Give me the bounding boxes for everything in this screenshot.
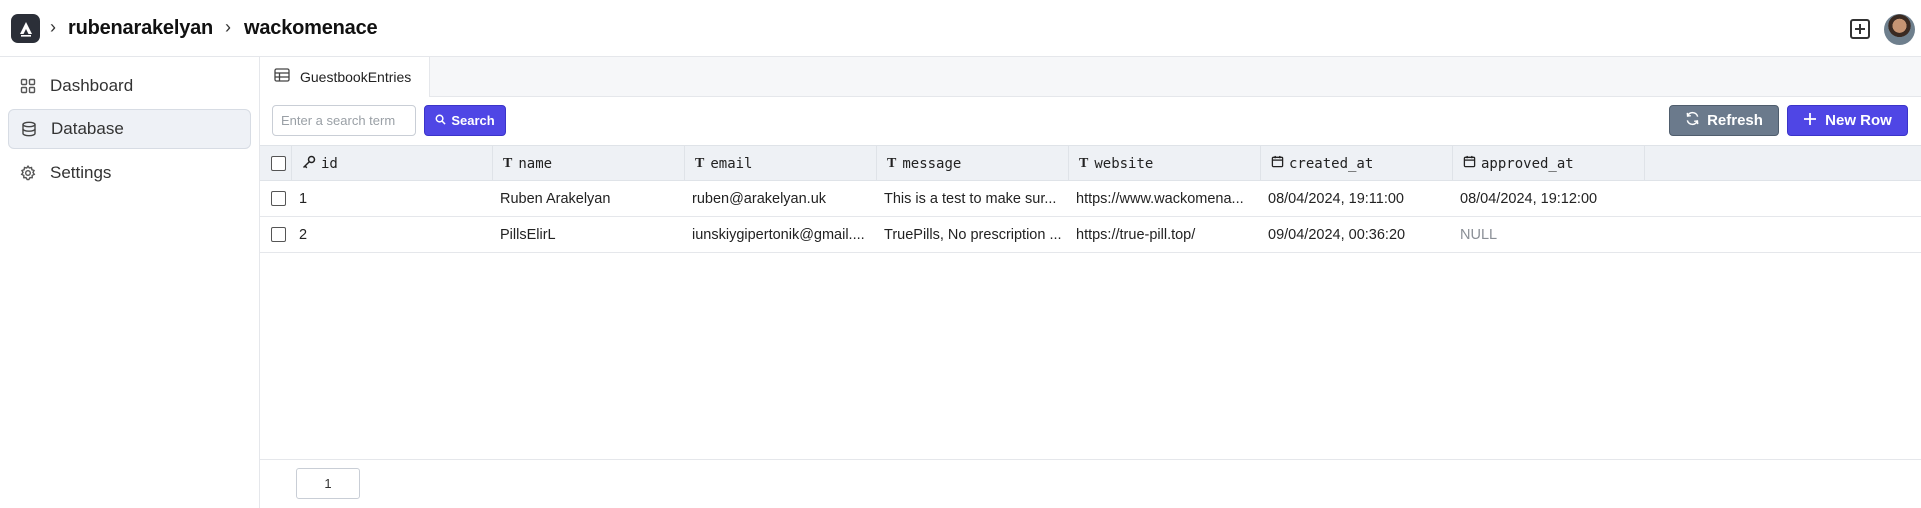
sidebar-item-label: Settings	[50, 163, 112, 182]
column-header-website[interactable]: T website	[1069, 146, 1261, 181]
sidebar-item-settings[interactable]: Settings	[8, 153, 251, 193]
sidebar: Dashboard Database Settings	[0, 57, 260, 508]
cell-email[interactable]: iunskiygipertonik@gmail....	[685, 217, 877, 252]
text-type-icon: T	[1079, 155, 1089, 171]
column-header-label: website	[1094, 155, 1154, 172]
cell-email[interactable]: ruben@arakelyan.uk	[685, 181, 877, 216]
column-header-label: name	[518, 155, 553, 172]
select-all-checkbox[interactable]	[271, 156, 286, 171]
grid-icon	[20, 78, 36, 94]
plus-square-icon[interactable]	[1850, 19, 1870, 39]
sidebar-item-label: Database	[51, 119, 124, 138]
database-icon	[21, 121, 37, 137]
cell-message[interactable]: TruePills, No prescription ...	[877, 217, 1069, 252]
cell-approved-at-null[interactable]: NULL	[1453, 217, 1645, 252]
column-header-label: created_at	[1289, 155, 1374, 172]
column-header-id[interactable]: id	[292, 146, 493, 181]
refresh-button[interactable]: Refresh	[1669, 105, 1779, 136]
cell-name[interactable]: PillsElirL	[493, 217, 685, 252]
user-avatar[interactable]	[1884, 14, 1915, 45]
cell-id[interactable]: 2	[292, 217, 493, 252]
cell-message[interactable]: This is a test to make sur...	[877, 181, 1069, 216]
plus-icon	[1803, 112, 1817, 130]
text-type-icon: T	[503, 155, 513, 171]
calendar-icon	[1271, 155, 1284, 172]
sidebar-item-dashboard[interactable]: Dashboard	[8, 66, 251, 106]
sidebar-item-database[interactable]: Database	[8, 109, 251, 149]
breadcrumb-user[interactable]: rubenarakelyan	[68, 17, 213, 40]
refresh-icon	[1685, 111, 1700, 130]
pagination-bar: 1	[260, 459, 1921, 508]
text-type-icon: T	[887, 155, 897, 171]
tab-guestbookentries[interactable]: GuestbookEntries	[260, 57, 430, 97]
new-row-button-label: New Row	[1825, 112, 1892, 129]
column-header-approved-at[interactable]: approved_at	[1453, 146, 1645, 181]
sidebar-item-label: Dashboard	[50, 76, 134, 95]
cell-created-at[interactable]: 09/04/2024, 00:36:20	[1261, 217, 1453, 252]
tab-strip: GuestbookEntries	[260, 57, 1921, 97]
app-logo-icon[interactable]	[11, 14, 40, 43]
column-header-label: approved_at	[1481, 155, 1574, 172]
cell-id[interactable]: 1	[292, 181, 493, 216]
cell-name[interactable]: Ruben Arakelyan	[493, 181, 685, 216]
cell-website[interactable]: https://www.wackomena...	[1069, 181, 1261, 216]
header-select-cell	[260, 146, 292, 181]
chevron-right-icon: ›	[50, 17, 56, 37]
column-header-email[interactable]: T email	[685, 146, 877, 181]
table-header: id T name T email T message T website cr…	[260, 145, 1921, 181]
cell-website[interactable]: https://true-pill.top/	[1069, 217, 1261, 252]
main-content: GuestbookEntries Search Refresh New Row	[260, 57, 1921, 508]
search-icon	[435, 113, 446, 128]
table-row[interactable]: 2 PillsElirL iunskiygipertonik@gmail....…	[260, 217, 1921, 253]
cell-approved-at[interactable]: 08/04/2024, 19:12:00	[1453, 181, 1645, 216]
breadcrumb-project[interactable]: wackomenace	[244, 17, 378, 40]
top-bar: › rubenarakelyan › wackomenace	[0, 0, 1921, 57]
column-header-label: email	[710, 155, 753, 172]
column-header-name[interactable]: T name	[493, 146, 685, 181]
chevron-right-icon: ›	[225, 17, 231, 37]
new-row-button[interactable]: New Row	[1787, 105, 1908, 136]
column-header-message[interactable]: T message	[877, 146, 1069, 181]
cell-created-at[interactable]: 08/04/2024, 19:11:00	[1261, 181, 1453, 216]
table-row[interactable]: 1 Ruben Arakelyan ruben@arakelyan.uk Thi…	[260, 181, 1921, 217]
column-header-created-at[interactable]: created_at	[1261, 146, 1453, 181]
row-checkbox[interactable]	[271, 227, 286, 242]
column-header-label: message	[902, 155, 962, 172]
tab-label: GuestbookEntries	[300, 69, 412, 85]
search-input[interactable]	[272, 105, 416, 136]
search-button[interactable]: Search	[424, 105, 506, 136]
gear-icon	[20, 165, 36, 181]
column-header-label: id	[321, 155, 338, 172]
table-icon	[274, 67, 290, 87]
search-button-label: Search	[451, 113, 495, 128]
text-type-icon: T	[695, 155, 705, 171]
row-checkbox[interactable]	[271, 191, 286, 206]
refresh-button-label: Refresh	[1707, 112, 1763, 129]
key-icon	[302, 155, 316, 173]
calendar-icon	[1463, 155, 1476, 172]
page-number-input[interactable]: 1	[296, 468, 360, 499]
